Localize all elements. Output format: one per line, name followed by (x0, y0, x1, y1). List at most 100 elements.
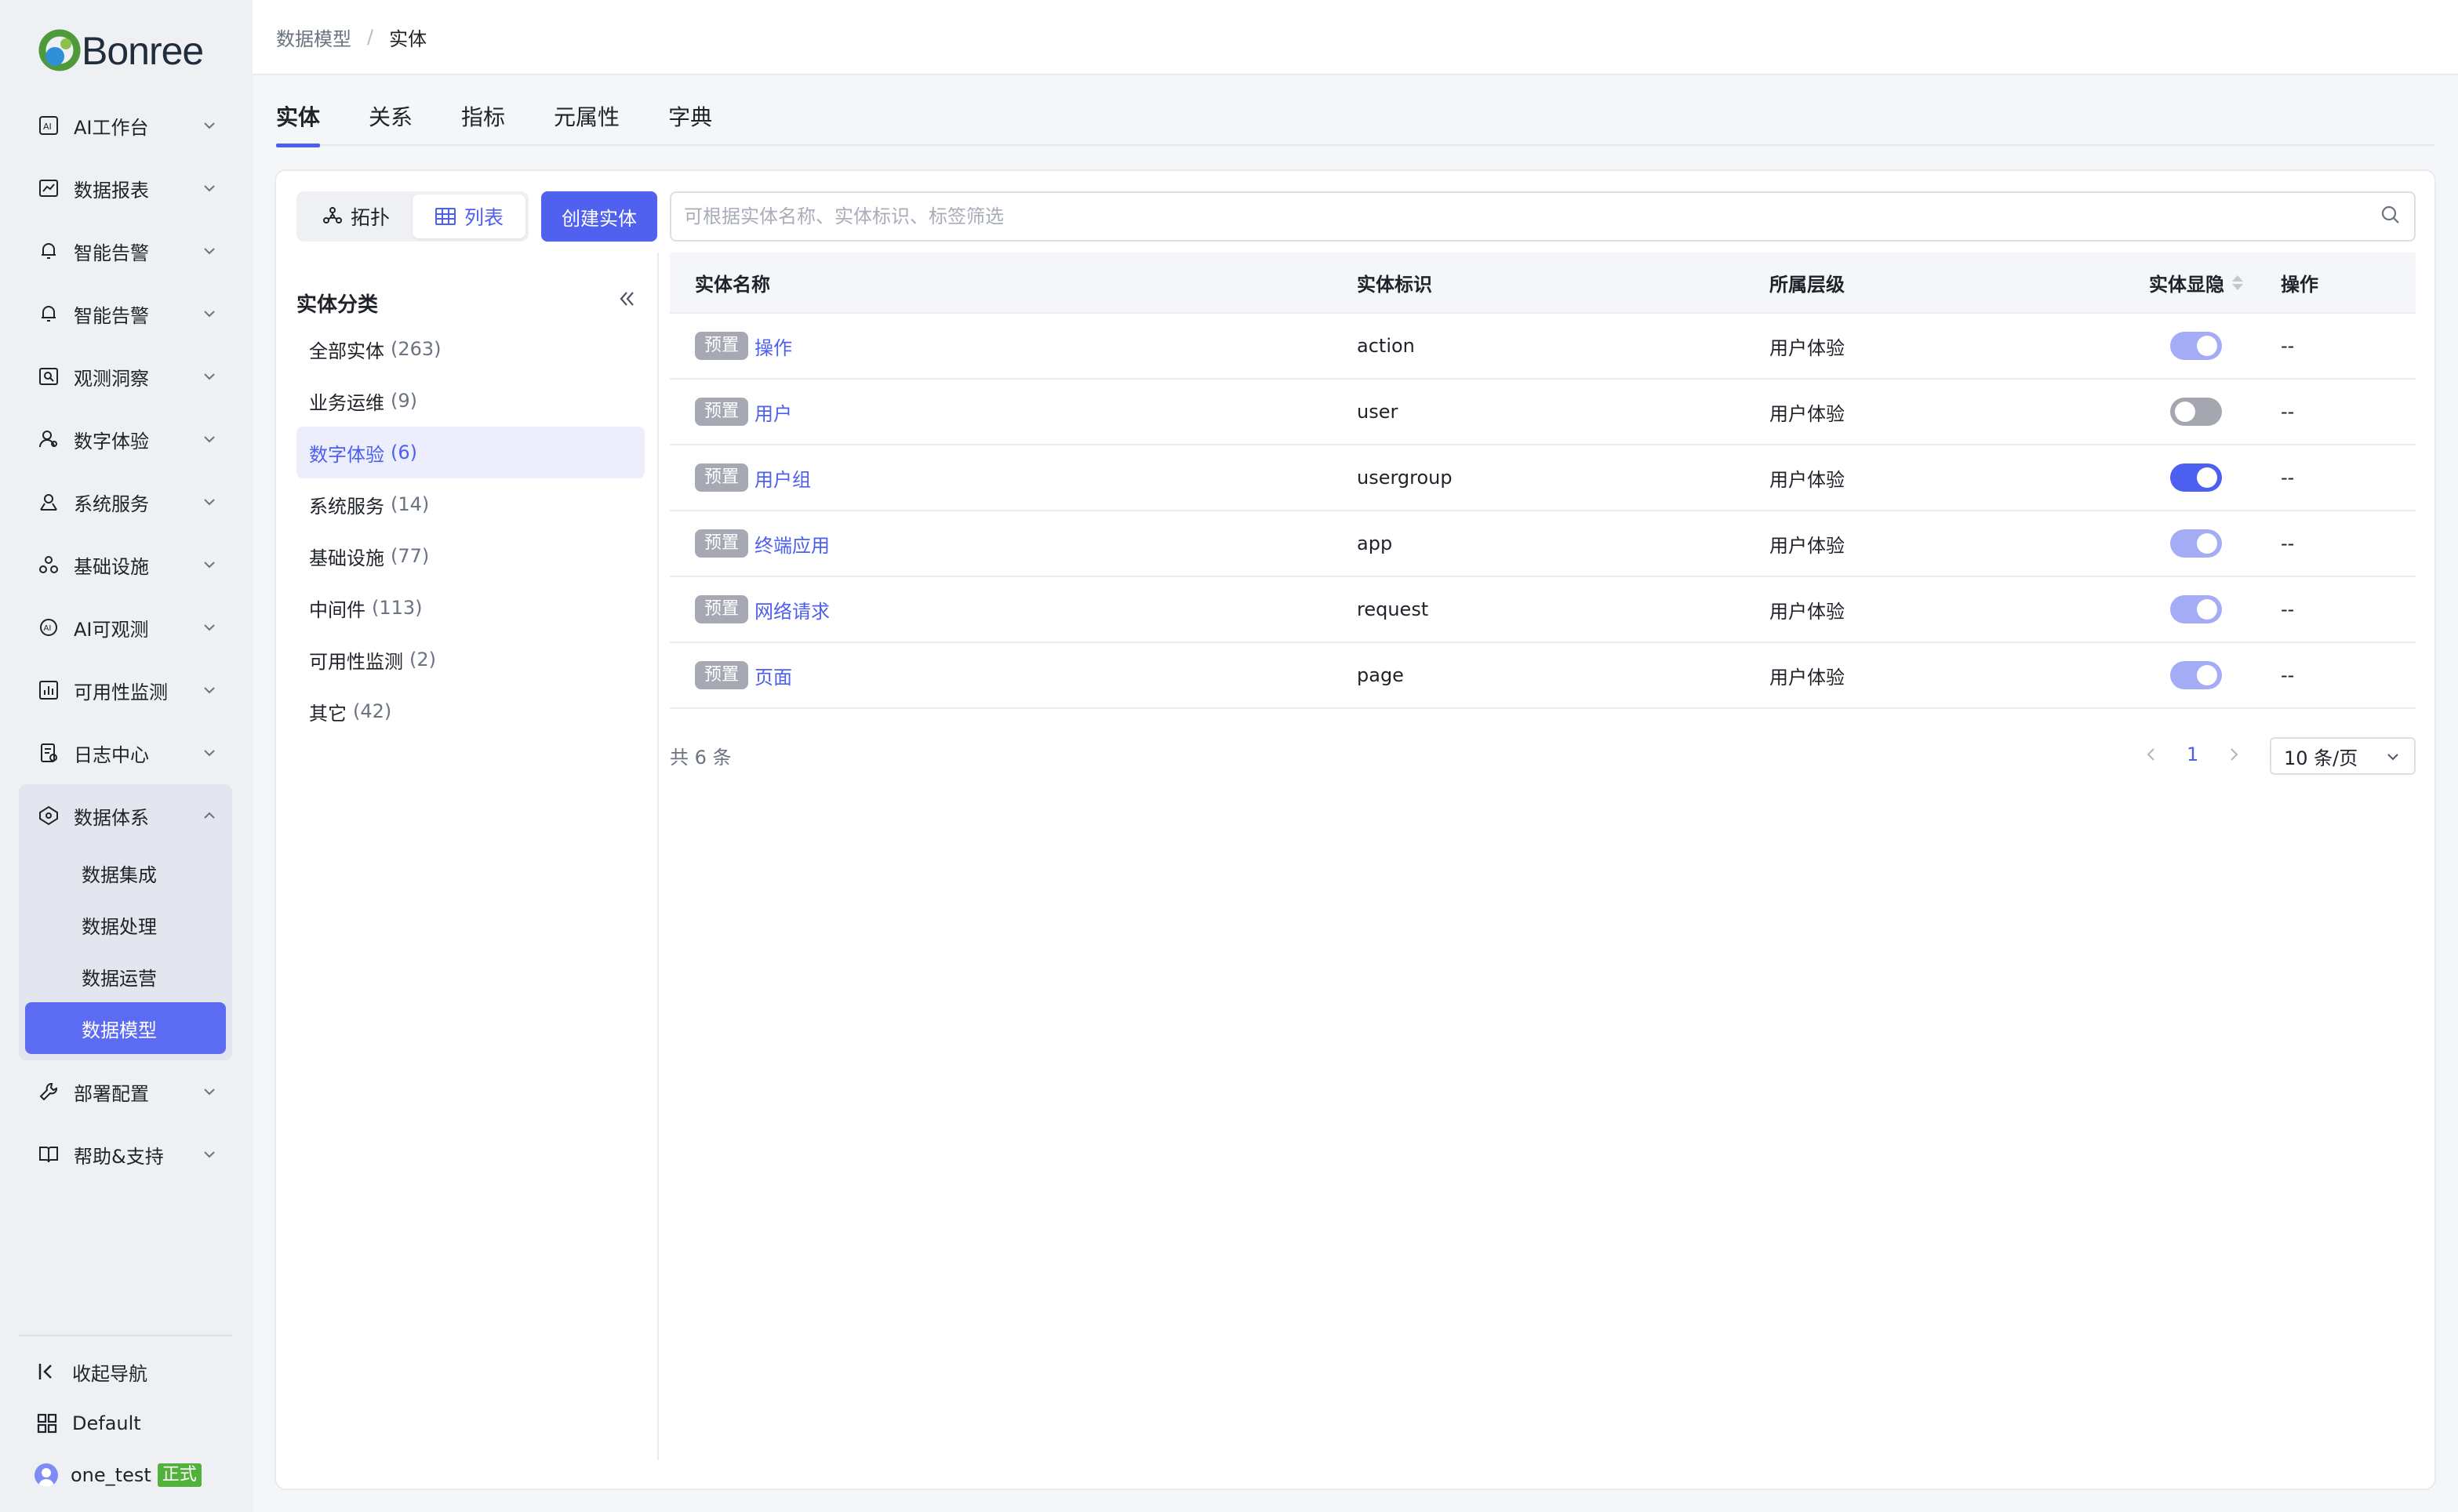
visibility-toggle[interactable] (2170, 463, 2222, 492)
svg-text:AI: AI (43, 122, 52, 132)
sidebar-subitem-1[interactable]: 数据处理 (25, 899, 226, 950)
toggle-knob (2197, 533, 2217, 554)
category-item[interactable]: 数字体验 (6) (296, 427, 645, 478)
sidebar-divider (19, 1335, 232, 1336)
sidebar-item-1[interactable]: 数据报表 (19, 157, 232, 220)
sidebar-item-9[interactable]: 可用性监测 (19, 659, 232, 721)
cell-layer: 用户体验 (1769, 534, 1845, 557)
view-topology-button[interactable]: 拓扑 (300, 194, 413, 238)
sidebar-item-after-1[interactable]: 帮助&支持 (19, 1123, 232, 1186)
preset-tag: 预置 (695, 529, 749, 558)
view-topology-label: 拓扑 (350, 206, 390, 229)
sidebar-item-8[interactable]: AI AI可观测 (19, 596, 232, 659)
user-profile[interactable]: one_test 正式 (19, 1449, 232, 1501)
collapse-nav-label: 收起导航 (72, 1362, 147, 1385)
sidebar-item-after-0[interactable]: 部署配置 (19, 1060, 232, 1123)
category-item[interactable]: 基础设施 (77) (296, 530, 645, 582)
chevron-down-icon (2384, 748, 2402, 770)
search-icon[interactable] (2380, 204, 2402, 229)
category-label: 可用性监测 (309, 650, 403, 673)
sidebar: Bonree AI AI工作台 数据报表 智能告警 智能告警 观测洞察 数字体验 系统服务 基础… (0, 0, 253, 1512)
entity-name-link[interactable]: 网络请求 (754, 596, 830, 623)
double-chevron-left-icon[interactable] (615, 287, 638, 311)
brand-logo[interactable]: Bonree (36, 24, 204, 78)
chevron-down-icon (201, 431, 218, 448)
view-list-button[interactable]: 列表 (413, 194, 525, 238)
category-item[interactable]: 全部实体 (263) (296, 323, 645, 375)
sidebar-item-7[interactable]: 基础设施 (19, 533, 232, 596)
entity-name-link[interactable]: 终端应用 (754, 530, 830, 558)
sidebar-item-5[interactable]: 数字体验 (19, 408, 232, 471)
cell-layer: 用户体验 (1769, 402, 1845, 425)
category-count: (14) (391, 493, 430, 515)
visibility-toggle[interactable] (2170, 529, 2222, 558)
sort-icon[interactable] (2232, 274, 2243, 290)
search-input[interactable] (684, 205, 2380, 227)
sidebar-item-3[interactable]: 智能告警 (19, 282, 232, 345)
total-count: 共 6 条 (670, 747, 732, 769)
entity-name-link[interactable]: 用户 (754, 398, 792, 426)
category-item[interactable]: 可用性监测 (2) (296, 634, 645, 685)
tab-0[interactable]: 实体 (276, 100, 321, 147)
preset-tag: 预置 (695, 661, 749, 689)
sidebar-item-label: 日志中心 (74, 743, 149, 766)
bonree-logo-icon (36, 27, 85, 75)
collapse-nav-button[interactable]: 收起导航 (19, 1346, 232, 1398)
workspace-switcher[interactable]: Default (19, 1398, 232, 1449)
system-service-icon (36, 489, 61, 514)
visibility-toggle[interactable] (2170, 332, 2222, 360)
entity-name-link[interactable]: 用户组 (754, 464, 811, 492)
category-item[interactable]: 系统服务 (14) (296, 478, 645, 530)
page-number[interactable]: 1 (2187, 743, 2198, 765)
sidebar-item-6[interactable]: 系统服务 (19, 471, 232, 533)
cell-id: usergroup (1357, 467, 1453, 489)
sidebar-item-0[interactable]: AI AI工作台 (19, 94, 232, 157)
sidebar-item-label: 部署配置 (74, 1082, 149, 1105)
category-item[interactable]: 其它 (42) (296, 685, 645, 737)
header-visibility[interactable]: 实体显隐 (2118, 269, 2274, 296)
entity-name-link[interactable]: 页面 (754, 662, 792, 689)
page-size-select[interactable]: 10 条/页 (2270, 737, 2416, 775)
table-row: 预置 网络请求 request 用户体验 -- (670, 577, 2416, 643)
cell-id: user (1357, 401, 1398, 423)
category-item[interactable]: 中间件 (113) (296, 582, 645, 634)
visibility-toggle[interactable] (2170, 661, 2222, 689)
cell-visibility (2118, 463, 2274, 492)
sidebar-item-group[interactable]: 数据体系 (19, 784, 232, 847)
entity-table: 实体名称 实体标识 所属层级 实体显隐 操作 预置 操作 action 用户体验 -- 预… (670, 253, 2416, 709)
entity-name-link[interactable]: 操作 (754, 333, 792, 360)
tab-4[interactable]: 字典 (668, 100, 712, 146)
log-doc-icon (36, 740, 61, 765)
breadcrumb-current: 实体 (389, 27, 427, 50)
tab-3[interactable]: 元属性 (554, 100, 620, 146)
brand-name: Bonree (82, 29, 204, 73)
cell-visibility (2118, 398, 2274, 426)
category-title: 实体分类 (296, 293, 379, 317)
cell-visibility (2118, 332, 2274, 360)
sidebar-item-2[interactable]: 智能告警 (19, 220, 232, 282)
tab-1[interactable]: 关系 (369, 100, 413, 146)
toggle-knob (2197, 336, 2217, 356)
next-page-icon[interactable] (2222, 743, 2245, 766)
prev-page-icon[interactable] (2140, 743, 2163, 766)
cell-name: 预置 终端应用 (670, 529, 1357, 558)
visibility-toggle[interactable] (2170, 595, 2222, 623)
category-label: 中间件 (309, 598, 365, 621)
sidebar-subitem-0[interactable]: 数据集成 (25, 847, 226, 899)
cell-actions: -- (2281, 467, 2295, 489)
sidebar-item-10[interactable]: 日志中心 (19, 721, 232, 784)
cell-visibility (2118, 529, 2274, 558)
chevron-down-icon (201, 619, 218, 636)
breadcrumb-parent[interactable]: 数据模型 (276, 24, 351, 51)
sidebar-item-4[interactable]: 观测洞察 (19, 345, 232, 408)
sidebar-item-label: 数字体验 (74, 430, 149, 453)
sidebar-subitem-2[interactable]: 数据运营 (25, 950, 226, 1002)
sidebar-subitem-3[interactable]: 数据模型 (25, 1002, 226, 1054)
data-system-icon (36, 803, 61, 828)
visibility-toggle[interactable] (2170, 398, 2222, 426)
category-item[interactable]: 业务运维 (9) (296, 375, 645, 427)
cell-layer: 用户体验 (1769, 666, 1845, 689)
tab-2[interactable]: 指标 (461, 100, 505, 146)
table-row: 预置 用户组 usergroup 用户体验 -- (670, 445, 2416, 511)
create-entity-button[interactable]: 创建实体 (541, 191, 657, 242)
